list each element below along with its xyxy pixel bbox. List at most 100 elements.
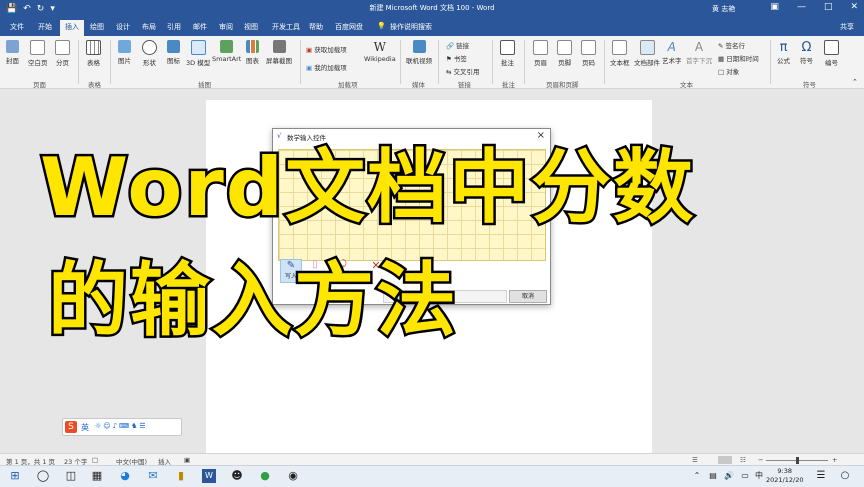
task-view-icon[interactable]: ◫ [64,469,78,483]
header-button[interactable]: 页眉 [533,40,548,67]
get-addins-button[interactable]: ▣ 获取加载项 [306,44,347,54]
search-icon[interactable]: ◯ [36,469,50,483]
footer-icon [557,40,572,55]
group-label-tables: 表格 [88,81,101,89]
number-icon [824,40,839,55]
date-time-button[interactable]: ▦ 日期和时间 [718,53,759,63]
my-addins-button[interactable]: ▣ 我的加载项 [306,62,347,72]
volume-icon[interactable]: 🔊 [722,469,736,483]
ime-language[interactable]: 英 [81,422,89,433]
print-layout-icon[interactable] [718,456,732,464]
tell-me-search[interactable]: 操作说明搜索 [390,22,432,32]
group-label-addins: 加载项 [338,81,358,89]
page-number-button[interactable]: 页码 [581,40,596,67]
cross-reference-button[interactable]: ⇆ 交叉引用 [446,66,480,76]
tab-insert[interactable]: 插入 [60,20,84,36]
dropcap-button[interactable]: A 首字下沉 [686,40,712,65]
object-button[interactable]: □ 对象 [718,66,739,76]
close-icon[interactable]: ✕ [850,2,858,12]
tab-draw[interactable]: 绘图 [90,22,104,32]
tab-home[interactable]: 开始 [38,22,52,32]
ribbon-tabs: 文件 开始 插入 绘图 设计 布局 引用 邮件 审阅 视图 开发工具 帮助 百度… [0,18,864,36]
minimize-icon[interactable]: — [797,2,806,12]
qq-icon[interactable]: ☻ [230,469,244,483]
tab-baidu-netdisk[interactable]: 百度网盘 [335,22,363,32]
symbol-button[interactable]: Ω 符号 [800,40,813,65]
tab-design[interactable]: 设计 [116,22,130,32]
web-layout-icon[interactable]: ☷ [740,456,746,464]
group-label-text: 文本 [680,81,693,89]
equation-button[interactable]: π 公式 [777,40,790,65]
ribbon-display-icon[interactable]: ▣ [770,2,779,12]
cancel-button[interactable]: 取消 [509,290,547,303]
edge-browser-icon[interactable]: ◕ [118,469,132,483]
overlay-title-line1: Word文档中分数 [37,139,696,237]
divider [110,40,111,84]
footer-button[interactable]: 页脚 [557,40,572,67]
wordart-button[interactable]: A 艺术字 [662,40,682,65]
page-number-icon [581,40,596,55]
wikipedia-button[interactable]: W Wikipedia [364,40,396,63]
pictures-button[interactable]: 图片 [118,40,131,65]
input-method-icon[interactable]: 中 [752,469,766,483]
link-button[interactable]: 🔗 链接 [446,40,469,50]
collapse-ribbon-icon[interactable]: ⌃ [852,78,858,86]
shapes-button[interactable]: 形状 [142,40,157,67]
tab-developer[interactable]: 开发工具 [272,22,300,32]
word-app-icon[interactable]: W [202,469,216,483]
network-icon[interactable]: ▤ [706,469,720,483]
proofing-icon[interactable]: □ [92,456,98,464]
mail-icon[interactable]: ✉ [146,469,160,483]
share-button[interactable]: 共享 [840,22,854,32]
tab-layout[interactable]: 布局 [142,22,156,32]
bookmark-icon: ⚑ [446,55,452,63]
chat-icon[interactable]: ○ [838,469,852,483]
tab-mailings[interactable]: 邮件 [193,22,207,32]
cover-page-button[interactable]: 封面 [6,40,19,65]
picture-icon [118,40,131,53]
tab-file[interactable]: 文件 [10,22,24,32]
group-label-symbols: 符号 [803,81,816,89]
tab-references[interactable]: 引用 [167,22,181,32]
maximize-icon[interactable]: □ [824,2,833,12]
tab-help[interactable]: 帮助 [309,22,323,32]
signature-line-button[interactable]: ✎ 签名行 [718,40,745,50]
icons-icon [167,40,180,53]
tray-chevron-icon[interactable]: ⌃ [690,469,704,483]
ime-tool-icons[interactable]: ☼☺♪⌨♞☰ [95,422,148,430]
lightbulb-icon: 💡 [377,22,386,30]
smartart-button[interactable]: SmartArt [212,40,241,63]
icons-button[interactable]: 图标 [167,40,180,65]
obs-icon[interactable]: ◉ [286,469,300,483]
screenshot-button[interactable]: 屏幕截图 [266,40,292,65]
group-label-links: 链接 [458,81,471,89]
clock[interactable]: 9:38 2021/12/20 [766,467,803,485]
number-button[interactable]: 编号 [824,40,839,67]
tab-review[interactable]: 审阅 [219,22,233,32]
battery-icon[interactable]: ▭ [738,469,752,483]
windows-start-icon[interactable]: ⊞ [8,469,22,483]
zoom-out-icon[interactable]: − [758,456,763,464]
textbox-button[interactable]: 文本框 [610,40,630,67]
blank-page-button[interactable]: 空白页 [28,40,48,67]
table-button[interactable]: 表格 [86,40,101,67]
group-label-pages: 页面 [33,81,46,89]
bookmark-button[interactable]: ⚑ 书签 [446,53,467,63]
quick-parts-button[interactable]: 文档部件 [634,40,660,67]
focus-mode-icon[interactable]: ☰ [692,456,698,464]
notification-center-icon[interactable]: ☰ [814,469,828,483]
sogou-logo-icon[interactable]: S [65,421,77,433]
user-name[interactable]: 黄 志艳 [712,4,735,14]
zoom-in-icon[interactable]: + [832,456,837,464]
tab-view[interactable]: 视图 [244,22,258,32]
zoom-slider-thumb[interactable] [796,457,799,464]
app-icon[interactable]: ● [258,469,272,483]
page-break-button[interactable]: 分页 [55,40,70,67]
online-video-button[interactable]: 联机视频 [406,40,432,65]
widgets-icon[interactable]: ▦ [90,469,104,483]
3d-models-button[interactable]: 3D 模型 [186,40,210,67]
chart-button[interactable]: 图表 [246,40,259,65]
macro-icon[interactable]: ▣ [184,456,190,464]
file-explorer-icon[interactable]: ▮ [174,469,188,483]
comment-button[interactable]: 批注 [500,40,515,67]
